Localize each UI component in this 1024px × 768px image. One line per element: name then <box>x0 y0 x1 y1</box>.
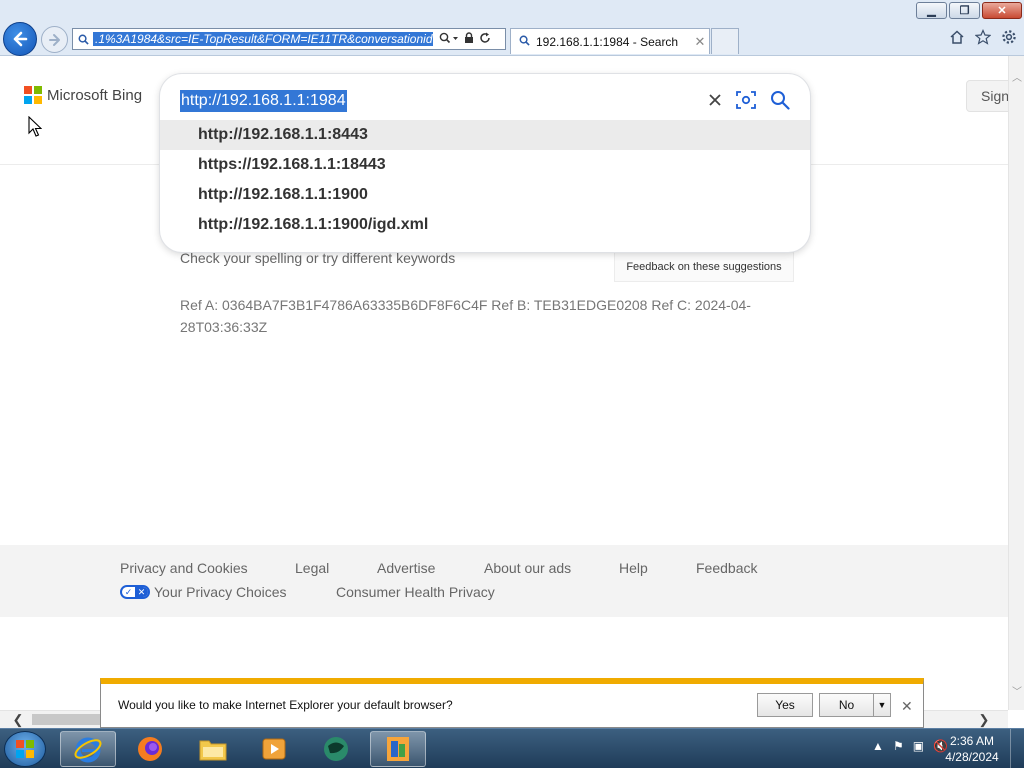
privacy-choices-icon: ✓ ✕ <box>120 585 150 599</box>
yes-button[interactable]: Yes <box>757 693 813 717</box>
minimize-icon: ▁ <box>927 5 936 17</box>
arrow-right-icon <box>48 33 60 46</box>
minimize-button[interactable]: ▁ <box>916 2 947 19</box>
suggestion-item[interactable]: https://192.168.1.1:18443 <box>160 150 810 180</box>
search-icon <box>519 35 530 49</box>
scrollbar-thumb[interactable] <box>32 714 102 725</box>
firefox-icon <box>138 737 162 761</box>
tray-expand-icon[interactable]: ▲ <box>872 739 884 753</box>
clock-time: 2:36 AM <box>949 734 995 748</box>
footer-link-privacy-choices[interactable]: Your Privacy Choices <box>154 584 287 600</box>
footer-link-privacy-cookies[interactable]: Privacy and Cookies <box>120 560 248 576</box>
restore-icon: ❐ <box>959 5 970 17</box>
clock[interactable]: 2:36 AM 4/28/2024 <box>942 733 1002 765</box>
chevron-down-icon[interactable]: ▼ <box>873 693 891 717</box>
globe-icon <box>324 737 348 761</box>
vertical-scrollbar[interactable]: ︿ ﹀ <box>1008 56 1024 710</box>
no-button[interactable]: No <box>819 693 874 717</box>
scroll-up-icon[interactable]: ︿ <box>1009 68 1024 84</box>
address-tools <box>439 31 491 47</box>
default-browser-notification: Would you like to make Internet Explorer… <box>100 678 924 728</box>
folder-icon <box>199 740 227 761</box>
feedback-suggestions-button[interactable]: Feedback on these suggestions <box>614 252 794 282</box>
internet-explorer-icon <box>74 737 102 763</box>
forward-button[interactable] <box>41 26 68 53</box>
system-tray: ▲ ⚑ ▣ 🔇 <box>872 739 948 753</box>
mouse-cursor-icon <box>28 116 42 137</box>
network-icon[interactable]: ▣ <box>913 739 924 753</box>
window-controls: ▁ ❐ ✕ <box>916 2 1022 19</box>
search-icon <box>73 34 93 45</box>
close-notification-icon[interactable]: ✕ <box>901 698 913 715</box>
reference-ids: Ref A: 0364BA7F3B1F4786A63335B6DF8F6C4F … <box>180 297 751 335</box>
footer-link-about-ads[interactable]: About our ads <box>484 560 571 576</box>
tab-title: 192.168.1.1:1984 - Search <box>536 34 679 49</box>
address-url[interactable]: .1%3A1984&src=IE-TopResult&FORM=IE11TR&c… <box>93 32 433 46</box>
scroll-down-icon[interactable]: ﹀ <box>1009 682 1024 698</box>
search-query-input[interactable]: http://192.168.1.1:1984 <box>180 90 347 112</box>
taskbar-internet-explorer[interactable] <box>60 731 116 767</box>
taskbar-app-globe[interactable] <box>308 731 364 767</box>
query-row: http://192.168.1.1:1984 <box>180 84 790 118</box>
tab-close-icon[interactable]: ✕ <box>691 34 709 50</box>
search-box[interactable]: http://192.168.1.1:1984 http://192.168.1… <box>160 74 810 252</box>
favorites-star-icon[interactable] <box>974 28 992 46</box>
taskbar-media-player[interactable] <box>246 731 302 767</box>
scroll-right-icon[interactable]: ❯ <box>976 711 992 729</box>
visual-search-icon[interactable] <box>736 91 756 114</box>
new-tab-button[interactable] <box>711 28 739 54</box>
browser-toolbar: ▁ ❐ ✕ .1%3A1984&src=IE-TopResult&FORM=IE… <box>0 0 1024 56</box>
footer-link-help[interactable]: Help <box>619 560 648 576</box>
back-button[interactable] <box>3 22 37 56</box>
taskbar-firefox[interactable] <box>122 731 178 767</box>
taskbar: ▲ ⚑ ▣ 🔇 2:36 AM 4/28/2024 <box>0 728 1024 768</box>
footer-link-advertise[interactable]: Advertise <box>377 560 435 576</box>
search-dropdown-icon[interactable] <box>439 32 459 47</box>
search-tools <box>708 90 790 115</box>
arrow-left-icon <box>13 31 28 47</box>
suggestion-item[interactable]: http://192.168.1.1:8443 <box>160 120 810 150</box>
tab-search[interactable]: 192.168.1.1:1984 - Search ✕ <box>510 28 710 54</box>
screen: ▁ ❐ ✕ .1%3A1984&src=IE-TopResult&FORM=IE… <box>0 0 1024 768</box>
suggestion-list: http://192.168.1.1:8443 https://192.168.… <box>160 120 810 240</box>
home-icon[interactable] <box>948 28 966 46</box>
action-center-flag-icon[interactable]: ⚑ <box>893 739 904 753</box>
footer-link-legal[interactable]: Legal <box>295 560 329 576</box>
sign-in-button[interactable]: Sign <box>966 80 1008 112</box>
suggestion-item[interactable]: http://192.168.1.1:1900 <box>160 180 810 210</box>
clock-date: 4/28/2024 <box>945 750 999 764</box>
app-window-icon <box>387 737 409 761</box>
browser-nav-icons <box>948 28 1018 46</box>
windows-logo-icon <box>16 740 34 758</box>
scroll-left-icon[interactable]: ❮ <box>10 711 26 729</box>
restore-button[interactable]: ❐ <box>949 2 980 19</box>
bing-logo-text: Microsoft Bing <box>47 86 143 104</box>
page-content: Microsoft Bing Sign Check your spelling … <box>0 56 1008 710</box>
media-player-icon <box>262 738 286 760</box>
address-bar[interactable]: .1%3A1984&src=IE-TopResult&FORM=IE11TR&c… <box>72 28 506 50</box>
suggestion-item[interactable]: http://192.168.1.1:1900/igd.xml <box>160 210 810 240</box>
page-footer: Privacy and Cookies Legal Advertise Abou… <box>0 545 1008 617</box>
close-icon: ✕ <box>997 5 1007 17</box>
footer-link-feedback[interactable]: Feedback <box>696 560 757 576</box>
gear-icon[interactable] <box>1000 28 1018 46</box>
footer-link-consumer-health[interactable]: Consumer Health Privacy <box>336 584 495 600</box>
refresh-icon[interactable] <box>479 32 491 47</box>
close-window-button[interactable]: ✕ <box>982 2 1022 19</box>
show-desktop-button[interactable] <box>1010 729 1024 768</box>
bing-logo[interactable]: Microsoft Bing <box>24 86 142 104</box>
spelling-tip: Check your spelling or try different key… <box>180 250 456 266</box>
clear-icon[interactable] <box>708 93 722 112</box>
notification-message: Would you like to make Internet Explorer… <box>118 698 453 712</box>
search-submit-icon[interactable] <box>770 90 790 115</box>
start-button[interactable] <box>4 731 46 767</box>
taskbar-file-explorer[interactable] <box>185 731 241 767</box>
microsoft-logo-icon <box>24 86 42 104</box>
taskbar-app-active[interactable] <box>370 731 426 767</box>
lock-icon[interactable] <box>464 31 474 47</box>
